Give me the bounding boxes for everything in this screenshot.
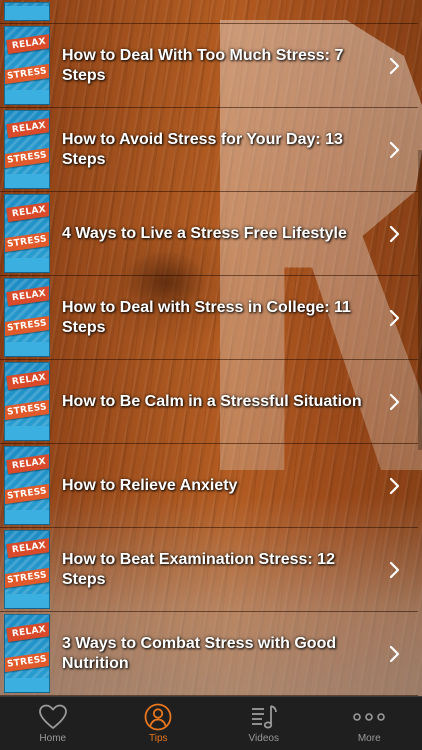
- tab-more-label: More: [357, 733, 381, 744]
- chevron-right-icon: [386, 392, 402, 412]
- list-item[interactable]: RELAX STRESS 4 Ways to Live a Stress Fre…: [0, 192, 418, 276]
- tab-home[interactable]: Home: [0, 697, 106, 750]
- list-item[interactable]: RELAX STRESS How to Deal with Stress in …: [0, 276, 418, 360]
- bottom-tab-bar: Home Tips Videos More: [0, 696, 422, 750]
- list-item[interactable]: RELAX STRESS How to Avoid Stress for You…: [0, 108, 418, 192]
- more-dots-icon: [352, 703, 386, 731]
- list-item[interactable]: RELAX STRESS 3 Ways to Combat Stress wit…: [0, 612, 418, 696]
- tab-videos[interactable]: Videos: [211, 697, 317, 750]
- list-item-title: 4 Ways to Live a Stress Free Lifestyle: [62, 224, 347, 242]
- list-item-thumbnail: RELAX STRESS: [4, 194, 50, 273]
- list-item-title: 3 Ways to Combat Stress with Good Nutrit…: [62, 634, 337, 672]
- music-list-icon: [249, 703, 279, 731]
- chevron-right-icon: [386, 560, 402, 580]
- list-item-partial[interactable]: [0, 0, 418, 24]
- list-item-thumbnail: RELAX STRESS: [4, 278, 50, 357]
- list-item-title: How to Deal with Stress in College: 11 S…: [62, 298, 351, 336]
- tab-videos-label: Videos: [248, 733, 279, 744]
- chevron-right-icon: [386, 644, 402, 664]
- list-item-title: How to Beat Examination Stress: 12 Steps: [62, 550, 335, 588]
- chevron-right-icon: [386, 476, 402, 496]
- list-item[interactable]: RELAX STRESS How to Beat Examination Str…: [0, 528, 418, 612]
- tab-more[interactable]: More: [317, 697, 422, 750]
- list-item[interactable]: RELAX STRESS How to Deal With Too Much S…: [0, 24, 418, 108]
- list-item-title: How to Deal With Too Much Stress: 7 Step…: [62, 46, 344, 84]
- list-item-thumbnail: RELAX STRESS: [4, 614, 50, 693]
- list-item[interactable]: RELAX STRESS How to Relieve Anxiety: [0, 444, 418, 528]
- tab-tips[interactable]: Tips: [106, 697, 212, 750]
- chevron-right-icon: [386, 224, 402, 244]
- list-item-title: How to Avoid Stress for Your Day: 13 Ste…: [62, 130, 343, 168]
- tips-list: RELAX STRESS How to Deal With Too Much S…: [0, 0, 418, 696]
- list-item-thumbnail: RELAX STRESS: [4, 26, 50, 105]
- list-item-thumbnail: RELAX STRESS: [4, 362, 50, 441]
- scrollbar[interactable]: [418, 150, 422, 450]
- heart-icon: [38, 703, 68, 731]
- list-item[interactable]: RELAX STRESS How to Be Calm in a Stressf…: [0, 360, 418, 444]
- tab-tips-label: Tips: [148, 733, 168, 744]
- list-item-title: How to Relieve Anxiety: [62, 476, 238, 494]
- list-item-thumbnail: [4, 2, 50, 21]
- list-item-thumbnail: RELAX STRESS: [4, 110, 50, 189]
- chevron-right-icon: [386, 56, 402, 76]
- chevron-right-icon: [386, 140, 402, 160]
- list-item-thumbnail: RELAX STRESS: [4, 530, 50, 609]
- chevron-right-icon: [386, 308, 402, 328]
- list-item-title: How to Be Calm in a Stressful Situation: [62, 392, 362, 410]
- user-icon: [144, 703, 172, 731]
- tab-home-label: Home: [39, 733, 67, 744]
- list-item-thumbnail: RELAX STRESS: [4, 446, 50, 525]
